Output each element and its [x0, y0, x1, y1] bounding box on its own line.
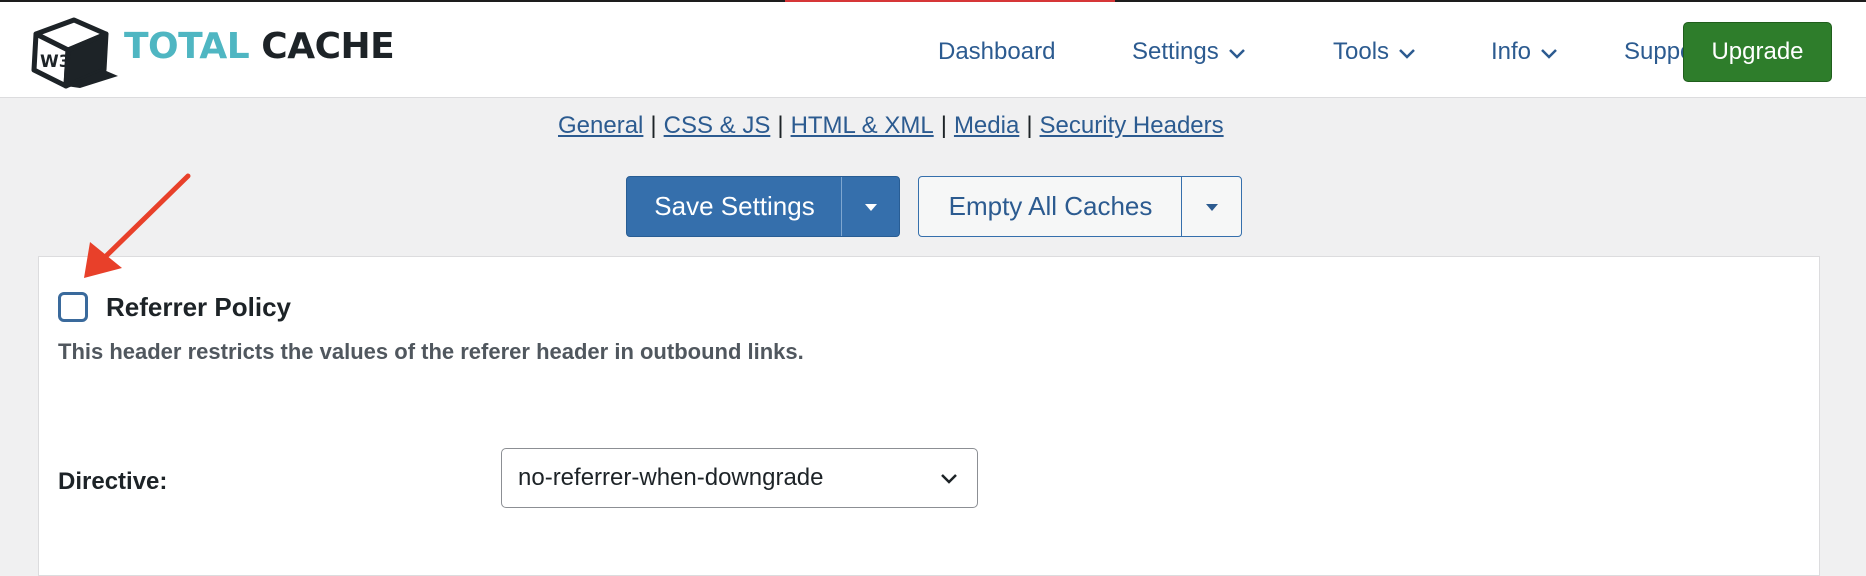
chevron-down-icon: [1399, 48, 1415, 59]
chevron-down-icon: [1228, 48, 1245, 59]
nav-info[interactable]: Info: [1491, 38, 1559, 66]
upgrade-button[interactable]: Upgrade: [1683, 22, 1832, 82]
subnav-security-headers[interactable]: Security Headers: [1040, 112, 1224, 139]
chevron-down-icon: [1541, 48, 1557, 59]
subnav-html-xml[interactable]: HTML & XML: [791, 112, 934, 139]
referrer-policy-description: This header restricts the values of the …: [58, 339, 804, 364]
save-settings-dropdown-toggle[interactable]: [842, 177, 899, 236]
cube-logo-icon: W3: [31, 17, 118, 89]
header: W3 TOTAL CACHE Dashboard Settings Tools …: [0, 2, 1866, 98]
nav-settings[interactable]: Settings: [1132, 38, 1247, 66]
brand-wordmark: TOTAL CACHE: [124, 26, 395, 67]
referrer-policy-checkbox[interactable]: [58, 292, 88, 322]
subnav-media[interactable]: Media: [954, 112, 1019, 139]
directive-select[interactable]: no-referrer-when-downgrade: [501, 448, 978, 508]
empty-caches-dropdown-toggle[interactable]: [1182, 177, 1241, 236]
caret-down-icon: [1205, 203, 1218, 211]
empty-caches-button-group: Empty All Caches: [918, 176, 1242, 237]
settings-panel: [38, 256, 1820, 576]
directive-selected-value: no-referrer-when-downgrade: [518, 464, 824, 491]
chevron-down-icon: [941, 474, 957, 484]
subnav-general[interactable]: General: [558, 112, 643, 139]
directive-label: Directive:: [58, 468, 168, 495]
save-settings-button[interactable]: Save Settings: [627, 177, 842, 236]
subnav-css-js[interactable]: CSS & JS: [664, 112, 771, 139]
nav-tools[interactable]: Tools: [1333, 38, 1417, 66]
nav-dashboard[interactable]: Dashboard: [938, 38, 1055, 66]
section-subnav: General | CSS & JS | HTML & XML | Media | Securi…: [558, 112, 1224, 139]
referrer-policy-label[interactable]: Referrer Policy: [106, 292, 291, 323]
annotation-arrow-icon: [84, 173, 191, 278]
empty-all-caches-button[interactable]: Empty All Caches: [919, 177, 1182, 236]
svg-text:W3: W3: [40, 52, 71, 72]
save-settings-button-group: Save Settings: [626, 176, 900, 237]
caret-down-icon: [864, 203, 877, 211]
w3-logo[interactable]: W3: [26, 12, 121, 92]
